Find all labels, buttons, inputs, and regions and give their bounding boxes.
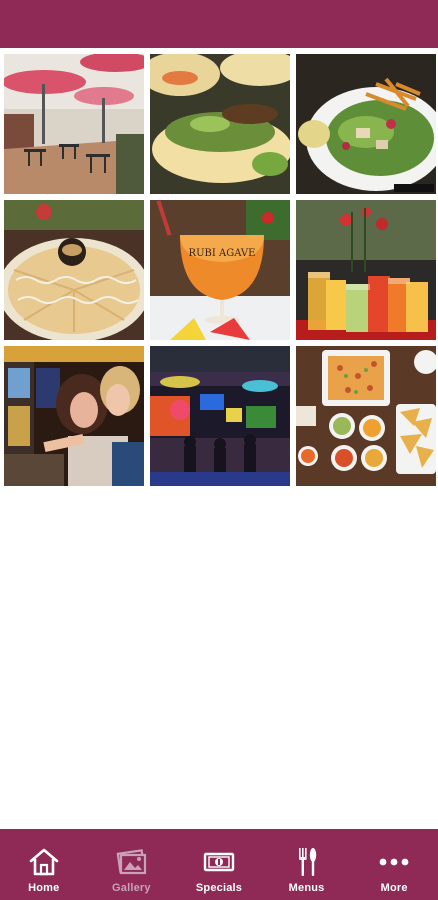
tab-menus[interactable]: Menus (263, 829, 351, 900)
gallery-icon (114, 846, 148, 878)
tab-home[interactable]: Home (0, 829, 88, 900)
tab-gallery[interactable]: Gallery (88, 829, 176, 900)
cocktail-glass-caption: RUBI AGAVE (189, 248, 256, 259)
tab-specials-label: Specials (195, 882, 243, 894)
tab-gallery-label: Gallery (112, 882, 151, 894)
gallery-photo-drinks[interactable] (296, 200, 436, 340)
menus-icon (290, 846, 324, 878)
gallery-photo-patio[interactable] (4, 54, 144, 194)
tab-home-label: Home (28, 882, 60, 894)
bottom-tab-bar: Home Gallery Specials Menus More (0, 829, 438, 900)
gallery-photo-slot-machines[interactable] (4, 346, 144, 486)
specials-icon (202, 846, 236, 878)
home-icon (27, 846, 61, 878)
tab-specials[interactable]: Specials (175, 829, 263, 900)
gallery-photo-cocktail[interactable]: RUBI AGAVE (150, 200, 290, 340)
tab-more-label: More (380, 882, 408, 894)
more-icon (377, 846, 411, 878)
gallery-photo-tacos[interactable] (150, 54, 290, 194)
tab-more[interactable]: More (350, 829, 438, 900)
photo-gallery-grid: RUBI AGAVE (4, 54, 436, 486)
gallery-photo-appetizers[interactable] (296, 346, 436, 486)
tab-menus-label: Menus (288, 882, 325, 894)
gallery-photo-bar-interior[interactable] (150, 346, 290, 486)
status-bar (0, 0, 438, 48)
gallery-photo-salad[interactable] (296, 54, 436, 194)
gallery-photo-quesadilla[interactable] (4, 200, 144, 340)
